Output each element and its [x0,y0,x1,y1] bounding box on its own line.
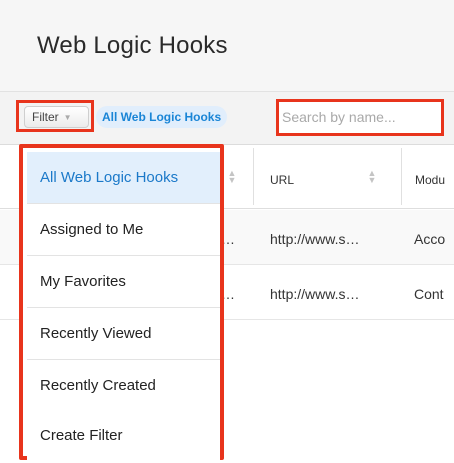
url-cell: http://www.s… [270,231,360,247]
page-header: Web Logic Hooks [0,0,454,92]
search-input[interactable] [282,106,442,128]
filter-option-assigned-to-me[interactable]: Assigned to Me [27,204,220,256]
filter-button[interactable]: Filter ▼ [24,106,89,128]
filter-option-recently-viewed[interactable]: Recently Viewed [27,308,220,360]
module-cell: Cont [414,286,444,302]
filter-button-label: Filter [32,110,59,124]
column-header-module[interactable]: Modu [415,173,445,187]
column-header-url[interactable]: URL [270,173,294,187]
filter-option-recently-created[interactable]: Recently Created [27,360,220,412]
filter-option-my-favorites[interactable]: My Favorites [27,256,220,308]
filter-option-all-web-logic-hooks[interactable]: All Web Logic Hooks [27,152,220,204]
module-cell: Acco [414,231,446,247]
caret-down-icon: ▼ [63,112,72,122]
sort-icon[interactable]: ▲ ▼ [367,169,377,185]
page-title: Web Logic Hooks [37,32,228,59]
url-cell: http://www.s… [270,286,360,302]
page: Web Logic Hooks Filter ▼ All Web Logic Ho… [0,0,454,463]
column-separator [401,148,402,205]
sort-icon[interactable]: ▲ ▼ [227,169,237,185]
column-separator [253,148,254,205]
filter-dropdown: All Web Logic Hooks Assigned to Me My Fa… [19,144,224,462]
filter-option-create-filter[interactable]: Create Filter [27,410,220,462]
active-filter-pill[interactable]: All Web Logic Hooks [96,106,228,128]
